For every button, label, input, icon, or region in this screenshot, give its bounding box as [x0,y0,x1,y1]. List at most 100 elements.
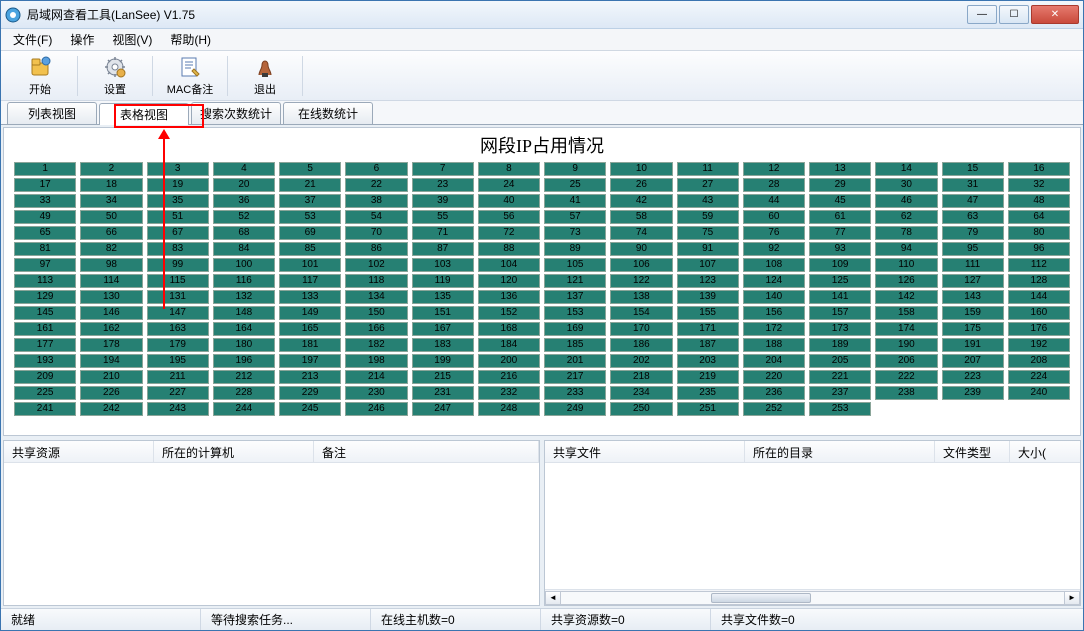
ip-cell[interactable]: 136 [478,290,540,304]
ip-cell[interactable]: 146 [80,306,142,320]
ip-cell[interactable]: 218 [610,370,672,384]
ip-cell[interactable]: 17 [14,178,76,192]
ip-cell[interactable]: 200 [478,354,540,368]
ip-cell[interactable]: 45 [809,194,871,208]
ip-cell[interactable]: 71 [412,226,474,240]
ip-cell[interactable]: 223 [942,370,1004,384]
ip-cell[interactable]: 239 [942,386,1004,400]
ip-cell[interactable]: 188 [743,338,805,352]
ip-cell[interactable]: 16 [1008,162,1070,176]
ip-cell[interactable]: 105 [544,258,606,272]
ip-cell[interactable]: 215 [412,370,474,384]
ip-cell[interactable]: 179 [147,338,209,352]
menu-view[interactable]: 视图(V) [104,29,160,50]
ip-cell[interactable]: 230 [345,386,407,400]
ip-cell[interactable]: 35 [147,194,209,208]
ip-cell[interactable]: 89 [544,242,606,256]
ip-cell[interactable]: 67 [147,226,209,240]
ip-cell[interactable]: 115 [147,274,209,288]
ip-cell[interactable]: 77 [809,226,871,240]
col-computer[interactable]: 所在的计算机 [154,441,314,462]
ip-cell[interactable]: 129 [14,290,76,304]
ip-cell[interactable]: 99 [147,258,209,272]
ip-cell[interactable]: 25 [544,178,606,192]
ip-cell[interactable]: 36 [213,194,275,208]
ip-cell[interactable]: 224 [1008,370,1070,384]
start-button[interactable]: 开始 [9,53,71,99]
ip-cell[interactable]: 197 [279,354,341,368]
ip-cell[interactable]: 244 [213,402,275,416]
ip-cell[interactable]: 104 [478,258,540,272]
ip-cell[interactable]: 28 [743,178,805,192]
ip-cell[interactable]: 151 [412,306,474,320]
ip-cell[interactable]: 112 [1008,258,1070,272]
ip-cell[interactable]: 205 [809,354,871,368]
ip-cell[interactable]: 118 [345,274,407,288]
ip-cell[interactable]: 7 [412,162,474,176]
ip-cell[interactable]: 43 [677,194,739,208]
ip-cell[interactable]: 217 [544,370,606,384]
ip-cell[interactable]: 86 [345,242,407,256]
tab-list-view[interactable]: 列表视图 [7,102,97,124]
ip-cell[interactable]: 142 [875,290,937,304]
scroll-left-button[interactable]: ◄ [545,591,561,605]
ip-cell[interactable]: 201 [544,354,606,368]
ip-cell[interactable]: 160 [1008,306,1070,320]
ip-cell[interactable]: 233 [544,386,606,400]
col-share-file[interactable]: 共享文件 [545,441,745,462]
tab-search-stats[interactable]: 搜索次数统计 [191,102,281,124]
ip-cell[interactable]: 116 [213,274,275,288]
ip-cell[interactable]: 117 [279,274,341,288]
ip-cell[interactable]: 15 [942,162,1004,176]
ip-cell[interactable]: 214 [345,370,407,384]
ip-cell[interactable]: 34 [80,194,142,208]
ip-cell[interactable]: 33 [14,194,76,208]
ip-cell[interactable]: 250 [610,402,672,416]
ip-cell[interactable]: 167 [412,322,474,336]
tab-table-view[interactable]: 表格视图 [99,103,189,125]
ip-cell[interactable]: 101 [279,258,341,272]
ip-cell[interactable]: 1 [14,162,76,176]
ip-cell[interactable]: 178 [80,338,142,352]
ip-cell[interactable]: 158 [875,306,937,320]
ip-cell[interactable]: 78 [875,226,937,240]
ip-cell[interactable]: 37 [279,194,341,208]
ip-cell[interactable]: 159 [942,306,1004,320]
ip-cell[interactable]: 189 [809,338,871,352]
ip-cell[interactable]: 26 [610,178,672,192]
ip-cell[interactable]: 124 [743,274,805,288]
ip-cell[interactable]: 204 [743,354,805,368]
settings-button[interactable]: 设置 [84,53,146,99]
ip-cell[interactable]: 144 [1008,290,1070,304]
ip-cell[interactable]: 243 [147,402,209,416]
menu-operate[interactable]: 操作 [62,29,102,50]
ip-cell[interactable]: 72 [478,226,540,240]
ip-cell[interactable]: 145 [14,306,76,320]
ip-cell[interactable]: 8 [478,162,540,176]
ip-cell[interactable]: 177 [14,338,76,352]
ip-cell[interactable]: 229 [279,386,341,400]
ip-cell[interactable]: 187 [677,338,739,352]
ip-cell[interactable]: 182 [345,338,407,352]
ip-cell[interactable]: 176 [1008,322,1070,336]
ip-cell[interactable]: 135 [412,290,474,304]
ip-cell[interactable]: 219 [677,370,739,384]
ip-cell[interactable]: 82 [80,242,142,256]
ip-cell[interactable]: 154 [610,306,672,320]
ip-cell[interactable]: 139 [677,290,739,304]
ip-cell[interactable]: 88 [478,242,540,256]
ip-cell[interactable]: 120 [478,274,540,288]
scroll-track[interactable] [561,591,1064,605]
ip-cell[interactable]: 5 [279,162,341,176]
ip-cell[interactable]: 65 [14,226,76,240]
ip-cell[interactable]: 96 [1008,242,1070,256]
ip-cell[interactable]: 186 [610,338,672,352]
ip-cell[interactable]: 164 [213,322,275,336]
col-size[interactable]: 大小( [1010,441,1080,462]
ip-cell[interactable]: 79 [942,226,1004,240]
ip-cell[interactable]: 94 [875,242,937,256]
ip-cell[interactable]: 10 [610,162,672,176]
ip-cell[interactable]: 137 [544,290,606,304]
ip-cell[interactable]: 199 [412,354,474,368]
ip-cell[interactable]: 55 [412,210,474,224]
